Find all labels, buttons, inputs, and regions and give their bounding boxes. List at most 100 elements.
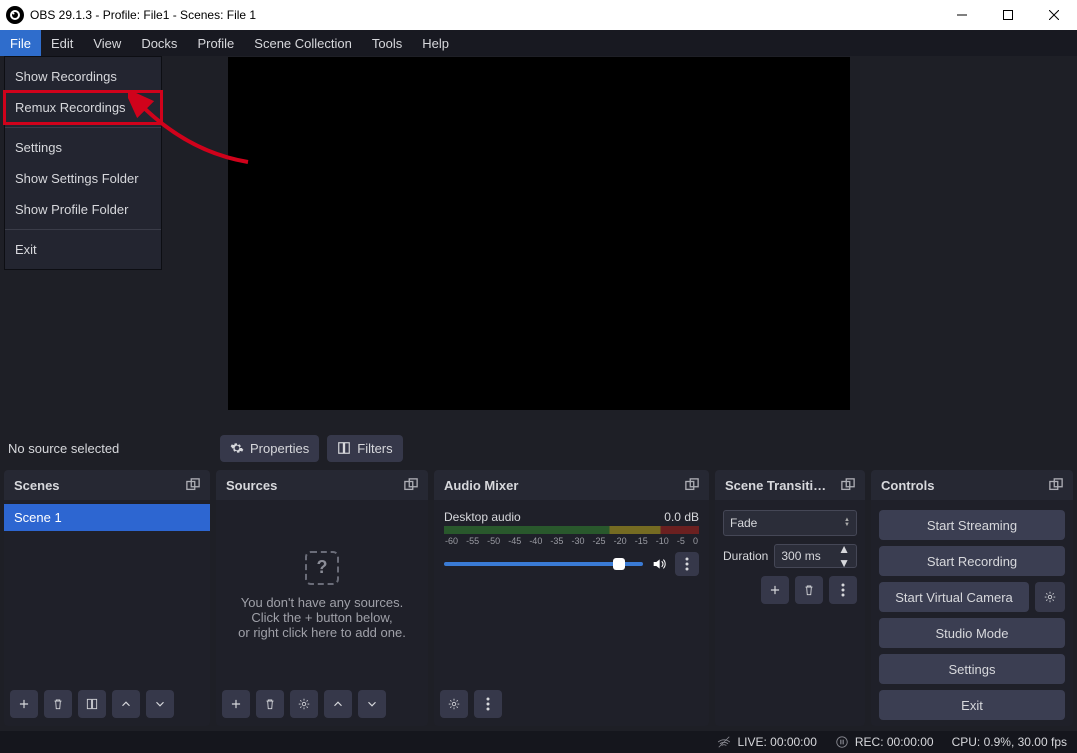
start-recording-button[interactable]: Start Recording xyxy=(879,546,1065,576)
scenes-title: Scenes xyxy=(14,478,60,493)
virtual-camera-settings-button[interactable] xyxy=(1035,582,1065,612)
menu-profile[interactable]: Profile xyxy=(187,30,244,56)
properties-button[interactable]: Properties xyxy=(220,435,319,462)
chevron-up-icon xyxy=(331,697,345,711)
window-titlebar: OBS 29.1.3 - Profile: File1 - Scenes: Fi… xyxy=(0,0,1077,30)
spinner-icon: ▲▼ xyxy=(838,542,850,570)
popout-icon[interactable] xyxy=(404,478,418,492)
menuitem-exit[interactable]: Exit xyxy=(5,234,161,265)
audio-menu-button[interactable] xyxy=(474,690,502,718)
transition-select[interactable]: Fade ▲▼ xyxy=(723,510,857,536)
pause-icon xyxy=(835,735,849,749)
volume-thumb[interactable] xyxy=(613,558,625,570)
scenes-panel: Scenes Scene 1 xyxy=(4,470,210,726)
sources-empty-text-2: Click the + button below, xyxy=(238,610,406,625)
audio-meter xyxy=(444,526,699,534)
menu-scene-collection[interactable]: Scene Collection xyxy=(244,30,362,56)
menu-file[interactable]: File xyxy=(0,30,41,56)
remove-source-button[interactable] xyxy=(256,690,284,718)
popout-icon[interactable] xyxy=(841,478,855,492)
transitions-panel: Scene Transiti… Fade ▲▼ Duration 300 ms … xyxy=(715,470,865,726)
dots-vertical-icon xyxy=(685,557,689,571)
gear-icon xyxy=(447,697,461,711)
studio-mode-button[interactable]: Studio Mode xyxy=(879,618,1065,648)
menu-bar: File Edit View Docks Profile Scene Colle… xyxy=(0,30,1077,56)
scene-item[interactable]: Scene 1 xyxy=(4,504,210,531)
controls-title: Controls xyxy=(881,478,934,493)
spinner-icon: ▲▼ xyxy=(844,518,850,528)
speaker-icon[interactable] xyxy=(651,556,667,572)
exit-button[interactable]: Exit xyxy=(879,690,1065,720)
audio-scale: -60-55-50-45-40-35-30-25-20-15-10-50 xyxy=(444,536,699,546)
duration-value: 300 ms xyxy=(781,549,820,563)
filter-icon xyxy=(85,697,99,711)
chevron-up-icon xyxy=(119,697,133,711)
volume-slider[interactable] xyxy=(444,562,643,566)
popout-icon[interactable] xyxy=(186,478,200,492)
popout-icon[interactable] xyxy=(1049,478,1063,492)
obs-logo-icon xyxy=(6,6,24,24)
sources-empty-state[interactable]: ? You don't have any sources. Click the … xyxy=(216,504,428,686)
transition-options-button[interactable] xyxy=(829,576,857,604)
start-streaming-button[interactable]: Start Streaming xyxy=(879,510,1065,540)
maximize-button[interactable] xyxy=(985,0,1031,30)
audio-options-button[interactable] xyxy=(675,552,699,576)
popout-icon[interactable] xyxy=(685,478,699,492)
window-title: OBS 29.1.3 - Profile: File1 - Scenes: Fi… xyxy=(30,8,939,22)
menu-separator xyxy=(5,229,161,230)
dots-vertical-icon xyxy=(481,697,495,711)
trash-icon xyxy=(51,697,65,711)
source-properties-button[interactable] xyxy=(290,690,318,718)
plus-icon xyxy=(768,583,782,597)
scene-move-up-button[interactable] xyxy=(112,690,140,718)
audio-track-name: Desktop audio xyxy=(444,510,521,524)
scene-move-down-button[interactable] xyxy=(146,690,174,718)
settings-button[interactable]: Settings xyxy=(879,654,1065,684)
file-dropdown: Show Recordings Remux Recordings Setting… xyxy=(4,56,162,270)
menuitem-show-settings-folder[interactable]: Show Settings Folder xyxy=(5,163,161,194)
source-toolbar: No source selected Properties Filters xyxy=(0,426,1077,470)
scene-filters-button[interactable] xyxy=(78,690,106,718)
remove-scene-button[interactable] xyxy=(44,690,72,718)
audio-advanced-button[interactable] xyxy=(440,690,468,718)
menu-help[interactable]: Help xyxy=(412,30,459,56)
menu-tools[interactable]: Tools xyxy=(362,30,412,56)
filters-button[interactable]: Filters xyxy=(327,435,402,462)
menu-docks[interactable]: Docks xyxy=(131,30,187,56)
question-icon: ? xyxy=(305,551,339,585)
menuitem-settings[interactable]: Settings xyxy=(5,132,161,163)
preview-canvas[interactable] xyxy=(228,57,850,410)
duration-spinner[interactable]: 300 ms ▲▼ xyxy=(774,544,857,568)
status-cpu: CPU: 0.9%, 30.00 fps xyxy=(952,735,1067,749)
gear-icon xyxy=(230,441,244,455)
source-move-up-button[interactable] xyxy=(324,690,352,718)
add-scene-button[interactable] xyxy=(10,690,38,718)
minimize-button[interactable] xyxy=(939,0,985,30)
close-button[interactable] xyxy=(1031,0,1077,30)
no-source-label: No source selected xyxy=(8,441,212,456)
trash-icon xyxy=(802,583,816,597)
menu-view[interactable]: View xyxy=(83,30,131,56)
add-source-button[interactable] xyxy=(222,690,250,718)
status-bar: LIVE: 00:00:00 REC: 00:00:00 CPU: 0.9%, … xyxy=(0,731,1077,753)
plus-icon xyxy=(17,697,31,711)
start-virtual-camera-button[interactable]: Start Virtual Camera xyxy=(879,582,1029,612)
sources-title: Sources xyxy=(226,478,277,493)
remove-transition-button[interactable] xyxy=(795,576,823,604)
properties-label: Properties xyxy=(250,441,309,456)
menuitem-remux-recordings[interactable]: Remux Recordings xyxy=(5,92,161,123)
sources-empty-text-3: or right click here to add one. xyxy=(238,625,406,640)
menuitem-show-profile-folder[interactable]: Show Profile Folder xyxy=(5,194,161,225)
audio-track-db: 0.0 dB xyxy=(664,510,699,524)
audio-title: Audio Mixer xyxy=(444,478,518,493)
sources-empty-text-1: You don't have any sources. xyxy=(238,595,406,610)
dots-vertical-icon xyxy=(836,583,850,597)
add-transition-button[interactable] xyxy=(761,576,789,604)
transitions-title: Scene Transiti… xyxy=(725,478,826,493)
source-move-down-button[interactable] xyxy=(358,690,386,718)
sources-panel: Sources ? You don't have any sources. Cl… xyxy=(216,470,428,726)
network-icon xyxy=(717,735,731,749)
menu-edit[interactable]: Edit xyxy=(41,30,83,56)
menuitem-show-recordings[interactable]: Show Recordings xyxy=(5,61,161,92)
status-rec: REC: 00:00:00 xyxy=(855,735,934,749)
